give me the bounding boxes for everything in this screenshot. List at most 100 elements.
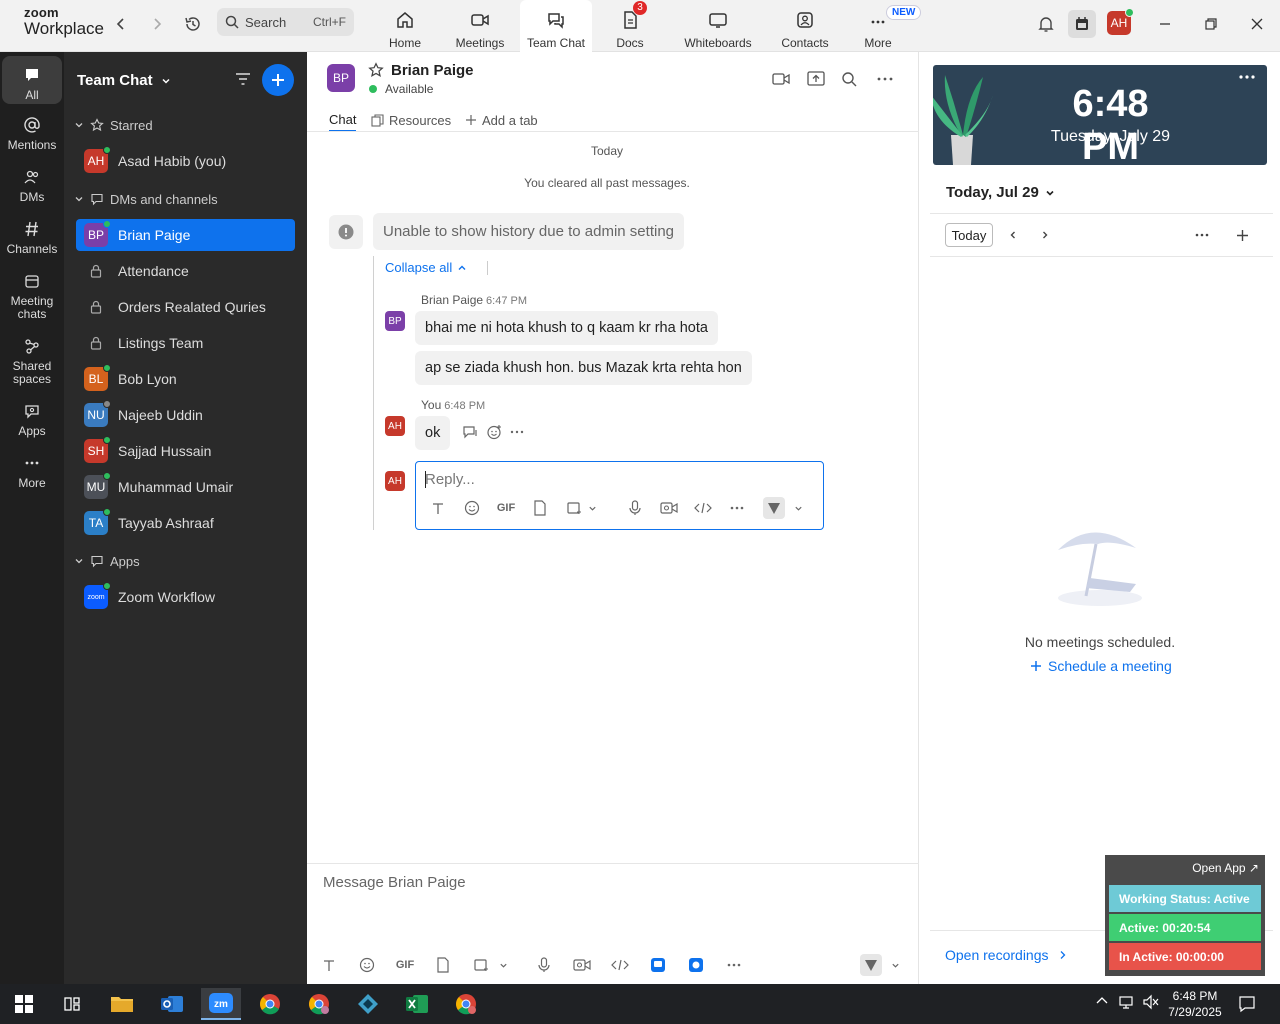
microphone-icon[interactable] <box>625 498 645 518</box>
sidebar-item-bob-lyon[interactable]: BL Bob Lyon <box>76 363 295 395</box>
sidebar-item-sajjad-hussain[interactable]: SH Sajjad Hussain <box>76 435 295 467</box>
chat-contact-name[interactable]: Brian Paige <box>391 62 474 79</box>
sidebar-title[interactable]: Team Chat <box>77 72 171 89</box>
tab-whiteboards[interactable]: Whiteboards <box>680 0 756 52</box>
contact-avatar[interactable]: BP <box>327 64 355 92</box>
screenshot-icon[interactable] <box>471 955 491 975</box>
close-icon[interactable] <box>1245 12 1269 36</box>
more-options-icon[interactable] <box>727 498 747 518</box>
collapse-all-link[interactable]: Collapse all <box>385 260 489 275</box>
rail-more[interactable]: More <box>2 452 62 490</box>
tab-team-chat[interactable]: Team Chat <box>520 0 592 52</box>
more-options-icon[interactable] <box>874 70 896 88</box>
section-starred[interactable]: Starred <box>74 115 153 135</box>
sidebar-item-listings-team[interactable]: Listings Team <box>76 327 295 359</box>
taskbar-clock[interactable]: 6:48 PM 7/29/2025 <box>1160 988 1230 1020</box>
more-options-icon[interactable] <box>1193 226 1211 244</box>
chevron-down-icon[interactable] <box>497 955 509 975</box>
tab-docs[interactable]: Docs 3 <box>594 0 666 52</box>
chrome-icon[interactable] <box>250 988 290 1020</box>
task-view-icon[interactable] <box>52 988 92 1020</box>
notification-bell-icon[interactable] <box>1034 12 1058 36</box>
section-apps[interactable]: Apps <box>74 551 140 571</box>
minimize-icon[interactable] <box>1153 12 1177 36</box>
tab-contacts[interactable]: Contacts <box>769 0 841 52</box>
sidebar-item-orders-realated-quries[interactable]: Orders Realated Quries <box>76 291 295 323</box>
message-bubble[interactable]: ap se ziada khush hon. bus Mazak krta re… <box>415 351 752 385</box>
file-icon[interactable] <box>530 498 550 518</box>
sidebar-item-muhammad-umair[interactable]: MU Muhammad Umair <box>76 471 295 503</box>
sidebar-item-tayyab-ashraaf[interactable]: TA Tayyab Ashraaf <box>76 507 295 539</box>
video-message-icon[interactable] <box>659 498 679 518</box>
app-diamond-icon[interactable] <box>348 988 388 1020</box>
outlook-icon[interactable] <box>152 988 192 1020</box>
calendar-widget-icon[interactable] <box>1068 10 1096 38</box>
chevron-down-icon[interactable] <box>792 498 804 518</box>
video-call-icon[interactable] <box>770 70 792 88</box>
notifications-icon[interactable] <box>1238 995 1256 1013</box>
new-chat-button[interactable] <box>262 64 294 96</box>
rail-channels[interactable]: Channels <box>2 218 62 256</box>
back-arrow-icon[interactable] <box>110 13 132 35</box>
message-avatar[interactable]: AH <box>385 416 405 436</box>
search-bar[interactable]: Search Ctrl+F <box>217 8 354 36</box>
code-icon[interactable] <box>610 955 630 975</box>
chevron-right-icon[interactable] <box>1036 226 1054 244</box>
screenshot-icon[interactable] <box>564 498 584 518</box>
tab-meetings[interactable]: Meetings <box>444 0 516 52</box>
sidebar-item-asad-habib[interactable]: AH Asad Habib (you) <box>76 145 295 177</box>
rail-dms[interactable]: DMs <box>2 166 62 204</box>
restore-icon[interactable] <box>1199 12 1223 36</box>
reply-thread-icon[interactable] <box>462 424 478 440</box>
text-format-icon[interactable] <box>428 498 448 518</box>
message-bubble[interactable]: bhai me ni hota khush to q kaam kr rha h… <box>415 311 718 345</box>
rail-all[interactable]: All <box>2 56 62 104</box>
chevron-up-icon[interactable] <box>1095 994 1109 1008</box>
user-avatar[interactable]: AH <box>1106 8 1134 36</box>
microphone-icon[interactable] <box>534 955 554 975</box>
today-button[interactable]: Today <box>945 223 993 247</box>
emoji-icon[interactable] <box>357 955 377 975</box>
share-screen-icon[interactable] <box>805 70 827 88</box>
more-options-icon[interactable] <box>724 955 744 975</box>
sidebar-item-najeeb-uddin[interactable]: NU Najeeb Uddin <box>76 399 295 431</box>
rail-meeting-chats[interactable]: Meeting chats <box>2 270 62 321</box>
gif-button[interactable]: GIF <box>496 498 516 518</box>
sidebar-item-attendance[interactable]: Attendance <box>76 255 295 287</box>
file-explorer-icon[interactable] <box>102 988 142 1020</box>
history-icon[interactable] <box>182 13 204 35</box>
volume-muted-icon[interactable] <box>1142 994 1160 1010</box>
chevron-left-icon[interactable] <box>1004 226 1022 244</box>
zoom-taskbar-icon[interactable]: zm <box>201 988 241 1020</box>
gif-button[interactable]: GIF <box>395 955 415 975</box>
excel-icon[interactable] <box>397 988 437 1020</box>
tab-more[interactable]: More NEW <box>842 0 922 52</box>
open-app-button[interactable]: Open App ↗ <box>1192 861 1259 875</box>
reply-input[interactable]: Reply... GIF <box>415 461 824 530</box>
text-format-icon[interactable] <box>319 955 339 975</box>
message-composer-input[interactable]: Message Brian Paige <box>323 874 466 891</box>
code-icon[interactable] <box>693 498 713 518</box>
filter-icon[interactable] <box>234 70 252 88</box>
more-options-icon[interactable] <box>1239 75 1255 79</box>
windows-start-icon[interactable] <box>4 988 44 1020</box>
emoji-icon[interactable] <box>462 498 482 518</box>
video-message-icon[interactable] <box>572 955 592 975</box>
send-icon[interactable] <box>860 954 882 976</box>
open-recordings-link[interactable]: Open recordings <box>945 947 1067 963</box>
message-bubble[interactable]: ok <box>415 416 451 450</box>
forward-arrow-icon[interactable] <box>146 13 168 35</box>
chevron-down-icon[interactable] <box>889 955 901 975</box>
rail-mentions[interactable]: Mentions <box>2 114 62 152</box>
tab-home[interactable]: Home <box>369 0 441 52</box>
plus-icon[interactable] <box>1233 226 1251 244</box>
calendar-date-selector[interactable]: Today, Jul 29 <box>946 184 1055 201</box>
sidebar-item-brian-paige[interactable]: BP Brian Paige <box>76 219 295 251</box>
app-integration-icon-2[interactable] <box>686 955 706 975</box>
rail-shared-spaces[interactable]: Shared spaces <box>2 335 62 386</box>
app-integration-icon[interactable] <box>648 955 668 975</box>
sidebar-item-zoom-workflow[interactable]: zoom Zoom Workflow <box>76 581 295 613</box>
section-dms-and-channels[interactable]: DMs and channels <box>74 189 218 209</box>
star-icon[interactable] <box>368 62 384 78</box>
chrome-profile-icon[interactable] <box>299 988 339 1020</box>
